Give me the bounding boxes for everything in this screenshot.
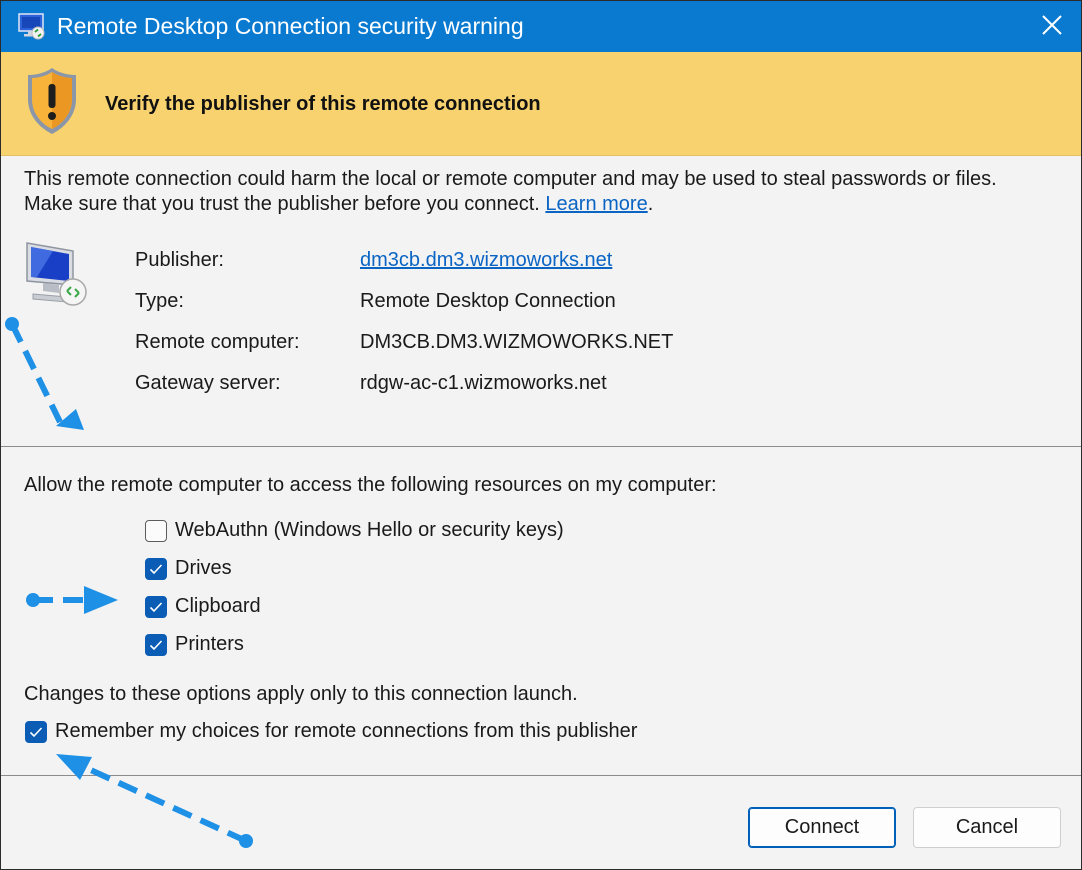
checkbox-box[interactable] bbox=[145, 557, 167, 580]
checkmark-icon bbox=[29, 726, 43, 737]
description-suffix: . bbox=[647, 193, 654, 215]
close-button[interactable] bbox=[1023, 1, 1081, 52]
drives-checkbox[interactable]: Drives bbox=[145, 557, 232, 580]
printers-checkbox[interactable]: Printers bbox=[145, 633, 244, 656]
cancel-button[interactable]: Cancel bbox=[913, 807, 1061, 848]
checkmark-icon bbox=[149, 639, 163, 650]
remote-monitor-icon bbox=[26, 242, 87, 306]
checkmark-icon bbox=[149, 601, 163, 612]
security-warning-dialog: Remote Desktop Connection security warni… bbox=[0, 0, 1082, 870]
warning-shield-icon bbox=[28, 68, 76, 134]
checkbox-box[interactable] bbox=[145, 595, 167, 618]
window-title: Remote Desktop Connection security warni… bbox=[57, 13, 524, 39]
webauthn-checkbox[interactable]: WebAuthn (Windows Hello or security keys… bbox=[145, 519, 564, 542]
divider bbox=[1, 775, 1081, 776]
checkbox-box[interactable] bbox=[25, 720, 47, 743]
checkbox-box[interactable] bbox=[145, 519, 167, 542]
clipboard-checkbox[interactable]: Clipboard bbox=[145, 595, 261, 618]
banner-heading: Verify the publisher of this remote conn… bbox=[105, 93, 541, 115]
close-icon bbox=[1042, 15, 1062, 35]
remote-computer-value: DM3CB.DM3.WIZMOWORKS.NET bbox=[360, 331, 674, 353]
checkbox-label: Drives bbox=[175, 557, 232, 579]
description-text: This remote connection could harm the lo… bbox=[24, 168, 997, 215]
publisher-label: Publisher: bbox=[135, 249, 224, 271]
checkbox-box[interactable] bbox=[145, 633, 167, 656]
connect-button[interactable]: Connect bbox=[748, 807, 896, 848]
type-label: Type: bbox=[135, 290, 184, 312]
checkbox-label: WebAuthn (Windows Hello or security keys… bbox=[175, 519, 564, 541]
gateway-server-value: rdgw-ac-c1.wizmoworks.net bbox=[360, 372, 607, 394]
title-bar[interactable]: Remote Desktop Connection security warni… bbox=[1, 1, 1081, 52]
gateway-server-label: Gateway server: bbox=[135, 372, 281, 394]
checkbox-label: Clipboard bbox=[175, 595, 261, 617]
checkbox-label: Remember my choices for remote connectio… bbox=[55, 720, 638, 742]
publisher-link[interactable]: dm3cb.dm3.wizmoworks.net bbox=[360, 249, 612, 272]
remember-choices-checkbox[interactable]: Remember my choices for remote connectio… bbox=[25, 720, 637, 743]
learn-more-link[interactable]: Learn more bbox=[545, 193, 647, 215]
options-note: Changes to these options apply only to t… bbox=[24, 683, 578, 705]
warning-banner: Verify the publisher of this remote conn… bbox=[1, 52, 1081, 156]
checkbox-label: Printers bbox=[175, 633, 244, 655]
type-value: Remote Desktop Connection bbox=[360, 290, 616, 312]
resources-label: Allow the remote computer to access the … bbox=[24, 474, 717, 496]
remote-desktop-icon bbox=[18, 13, 45, 40]
divider bbox=[1, 446, 1081, 447]
checkmark-icon bbox=[149, 563, 163, 574]
remote-computer-label: Remote computer: bbox=[135, 331, 300, 353]
warning-description: This remote connection could harm the lo… bbox=[24, 167, 1044, 217]
